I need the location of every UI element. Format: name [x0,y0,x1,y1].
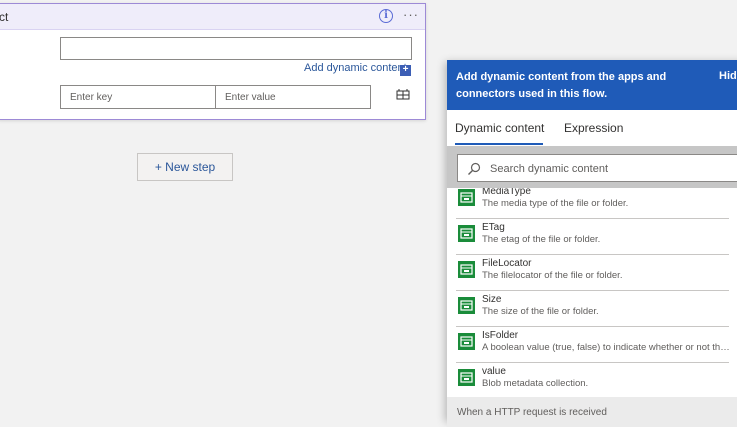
item-name: FileLocator [482,258,532,269]
search-placeholder: Search dynamic content [490,163,609,175]
panel-header-text: Add dynamic content from the apps and co… [456,71,667,100]
item-description: The etag of the file or folder. [482,234,601,245]
search-icon [467,162,481,176]
panel-header: Add dynamic content from the apps and co… [447,60,737,110]
blob-storage-icon [458,333,475,350]
more-options-icon[interactable]: ··· [403,7,419,22]
hide-button[interactable]: Hid [719,70,737,82]
item-name: ETag [482,222,505,233]
list-item[interactable]: FileLocator The filelocator of the file … [456,255,729,291]
add-dynamic-content-icon[interactable]: + [400,65,411,76]
text-input[interactable] [60,37,412,60]
new-step-button[interactable]: + New step [137,153,233,181]
list-item[interactable]: ETag The etag of the file or folder. [456,219,729,255]
item-description: The media type of the file or folder. [482,198,629,209]
list-item[interactable]: Size The size of the file or folder. [456,291,729,327]
active-tab-indicator [455,143,543,145]
trigger-section-header[interactable]: When a HTTP request is received [447,397,737,427]
search-input[interactable]: Search dynamic content [457,154,737,182]
item-name: MediaType [482,188,531,197]
value-input[interactable]: Enter value [215,85,371,109]
add-dynamic-content-link[interactable]: Add dynamic content [304,62,407,74]
blob-storage-icon [458,189,475,206]
key-input[interactable]: Enter key [60,85,216,109]
item-description: The size of the file or folder. [482,306,599,317]
card-title: ct [0,10,9,24]
tab-dynamic-content[interactable]: Dynamic content [455,121,544,135]
card-header[interactable]: ct i ··· [0,4,425,30]
item-name: value [482,366,506,377]
item-description: Blob metadata collection. [482,378,589,389]
switch-to-text-mode-icon[interactable] [396,87,410,100]
blob-storage-icon [458,225,475,242]
item-name: IsFolder [482,330,519,341]
blob-storage-icon [458,297,475,314]
list-item[interactable]: value Blob metadata collection. [456,363,729,399]
dynamic-content-list: MediaType The media type of the file or … [447,188,737,403]
panel-tabs: Dynamic content Expression [447,110,737,146]
blob-storage-icon [458,261,475,278]
item-description: A boolean value (true, false) to indicat… [482,342,732,353]
action-card: ct i ··· Add dynamic content + Enter key… [0,3,426,120]
dynamic-content-panel: Add dynamic content from the apps and co… [447,60,737,427]
tab-expression[interactable]: Expression [564,121,623,135]
item-description: The filelocator of the file or folder. [482,270,623,281]
blob-storage-icon [458,369,475,386]
item-name: Size [482,294,502,305]
list-item[interactable]: MediaType The media type of the file or … [456,188,729,219]
list-item[interactable]: IsFolder A boolean value (true, false) t… [456,327,732,363]
info-icon[interactable]: i [379,9,393,23]
